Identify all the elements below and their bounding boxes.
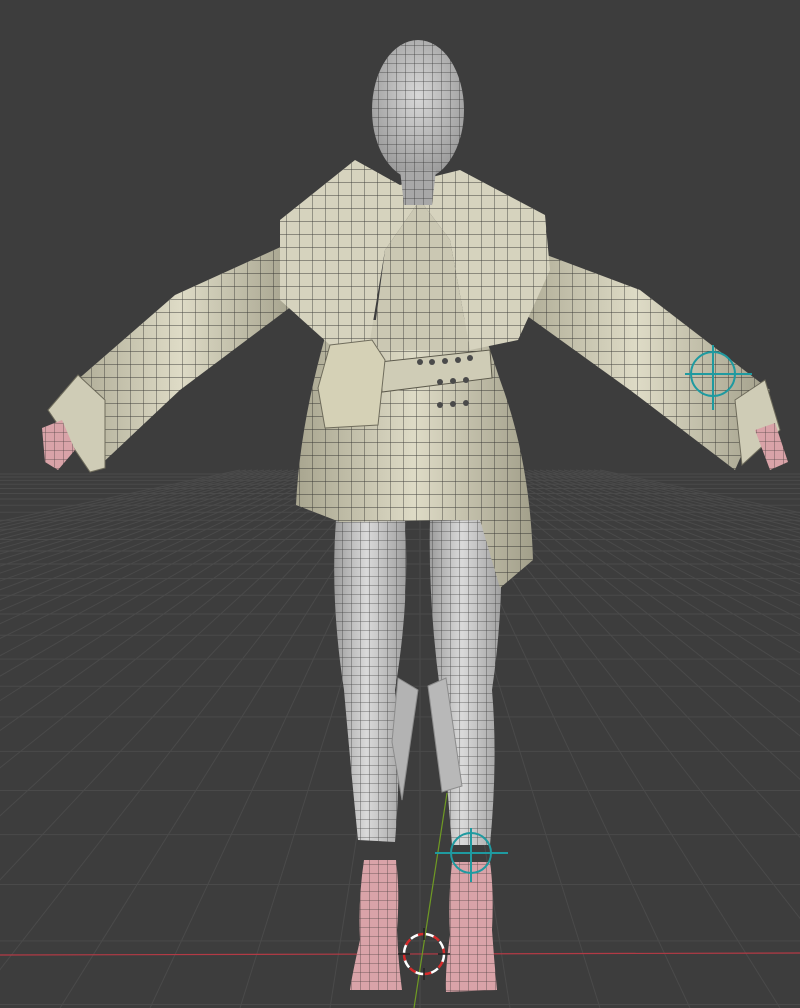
crosshair-empty-icon[interactable] xyxy=(435,828,508,882)
coat[interactable] xyxy=(280,160,550,588)
legs[interactable] xyxy=(334,520,502,845)
character-model[interactable] xyxy=(42,40,788,992)
viewport-canvas[interactable] xyxy=(0,0,800,1008)
y-axis-line xyxy=(413,792,448,1008)
3d-viewport[interactable] xyxy=(0,0,800,1008)
